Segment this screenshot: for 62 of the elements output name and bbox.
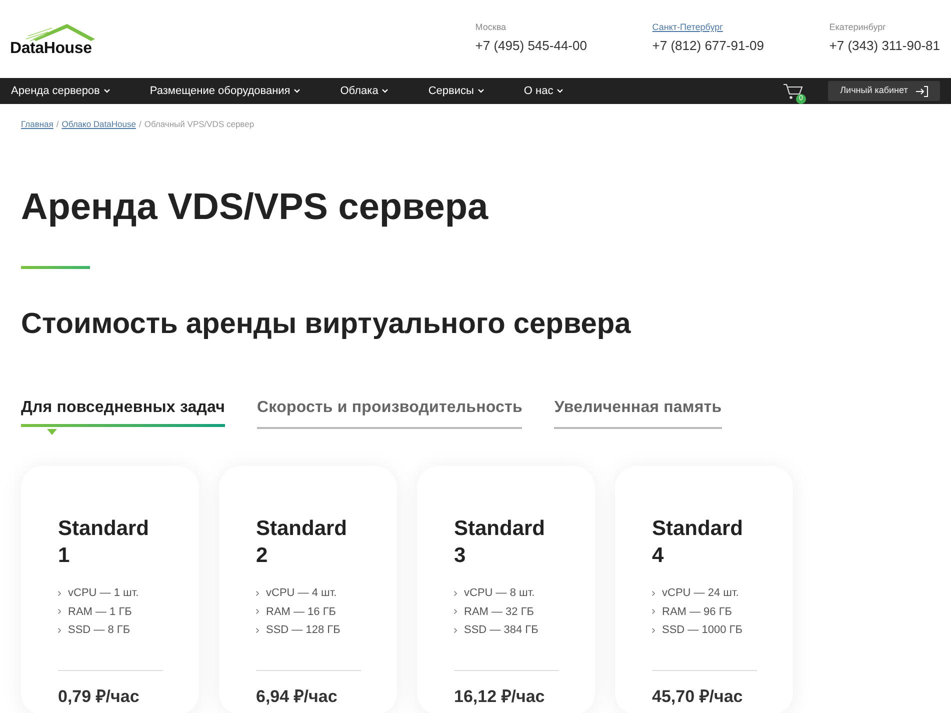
plan-price: 0,79 ₽/час xyxy=(58,686,140,708)
plan-name: Standard 3 xyxy=(454,516,546,569)
section-heading: Стоимость аренды виртуального сервера xyxy=(21,307,632,342)
chevron-right-icon xyxy=(652,628,655,633)
plan-spec: vCPU — 1 шт. xyxy=(68,586,139,601)
account-button[interactable]: Личный кабинет xyxy=(828,81,940,101)
chevron-right-icon xyxy=(58,609,61,614)
chevron-right-icon xyxy=(58,590,61,596)
chevron-down-icon xyxy=(557,89,564,93)
chevron-down-icon xyxy=(294,89,300,93)
city-label: Екатеринбург xyxy=(829,21,886,33)
chevron-down-icon xyxy=(382,89,388,93)
breadcrumb-separator: / xyxy=(56,119,59,129)
nav-menu-item[interactable]: О нас xyxy=(524,84,564,98)
tab[interactable]: Скорость и производительность xyxy=(257,397,522,429)
nav-menu-item[interactable]: Сервисы xyxy=(428,84,484,98)
breadcrumb-link[interactable]: Облако DataHouse xyxy=(62,119,136,129)
plan-name: Standard 1 xyxy=(58,516,150,569)
city-label: Москва xyxy=(475,21,506,33)
plan-spec: SSD — 128 ГБ xyxy=(266,623,340,638)
plan-spec: RAM — 96 ГБ xyxy=(662,604,732,620)
plan-spec: vCPU — 8 шт. xyxy=(464,586,535,601)
phone-number[interactable]: +7 (812) 677-91-09 xyxy=(652,38,830,54)
logo-text[interactable]: DataHouse xyxy=(10,41,92,57)
plan-spec: SSD — 8 ГБ xyxy=(68,623,130,638)
chevron-right-icon xyxy=(652,590,655,596)
phone-number[interactable]: +7 (343) 311-90-81 xyxy=(829,38,940,54)
plan-name: Standard 2 xyxy=(256,516,348,569)
plan-spec: SSD — 1000 ГБ xyxy=(662,623,742,638)
nav-menu-item[interactable]: Размещение оборудования xyxy=(150,84,300,98)
tab-pointer-icon xyxy=(47,429,57,435)
title-underline xyxy=(21,266,90,269)
page-title: Аренда VDS/VPS сервера xyxy=(21,185,490,229)
chevron-down-icon xyxy=(104,89,110,93)
chevron-right-icon xyxy=(256,628,259,633)
chevron-right-icon xyxy=(454,609,457,614)
plan-spec: RAM — 16 ГБ xyxy=(266,604,336,620)
breadcrumb-separator: / xyxy=(138,119,142,129)
phone-number[interactable]: +7 (495) 545-44-00 xyxy=(475,38,652,54)
plan-spec: RAM — 32 ГБ xyxy=(464,604,534,620)
tab[interactable]: Увеличенная память xyxy=(554,397,722,429)
login-icon xyxy=(916,86,928,96)
breadcrumb-link[interactable]: Главная xyxy=(21,119,54,129)
nav-menu-item[interactable]: Облака xyxy=(340,84,388,98)
plan-price: 45,70 ₽/час xyxy=(652,686,744,708)
plan-spec: vCPU — 24 шт. xyxy=(662,586,739,601)
plan-name: Standard 4 xyxy=(652,516,744,569)
chevron-right-icon xyxy=(652,609,655,614)
plan-spec: SSD — 384 ГБ xyxy=(464,623,538,638)
chevron-down-icon xyxy=(478,89,484,93)
chevron-right-icon xyxy=(58,628,61,633)
plan-price: 16,12 ₽/час xyxy=(454,686,546,708)
chevron-right-icon xyxy=(256,609,259,614)
nav-menu-item[interactable]: Аренда серверов xyxy=(11,84,110,98)
plan-price: 6,94 ₽/час xyxy=(256,686,338,708)
city-link[interactable]: Санкт-Петербург xyxy=(652,21,723,33)
chevron-right-icon xyxy=(256,590,259,596)
plan-spec: vCPU — 4 шт. xyxy=(266,586,337,601)
plan-spec: RAM — 1 ГБ xyxy=(68,604,132,620)
breadcrumb-current: Облачный VPS/VDS сервер xyxy=(144,119,254,129)
chevron-right-icon xyxy=(454,628,457,633)
chevron-right-icon xyxy=(454,590,457,596)
